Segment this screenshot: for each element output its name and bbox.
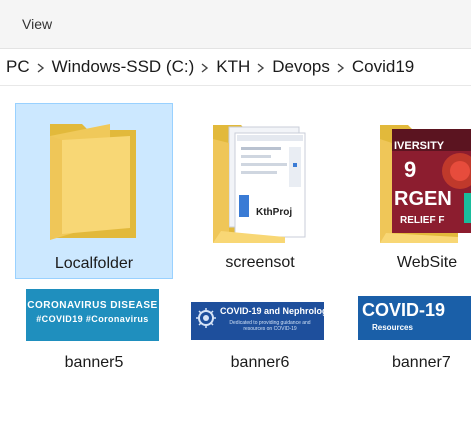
kthproj-text: KthProj bbox=[256, 207, 292, 218]
folder-icon: KthProj bbox=[213, 125, 306, 243]
breadcrumb-devops[interactable]: Devops bbox=[272, 57, 330, 77]
banner7-thumbnail: COVID-19 Resources bbox=[358, 296, 471, 340]
file-name: banner6 bbox=[230, 354, 290, 371]
website-text-2: 9 bbox=[404, 157, 416, 182]
chevron-right-icon[interactable] bbox=[30, 57, 52, 77]
file-item-website[interactable]: IVERSITY 9 RGEN RELIEF F WebSite bbox=[348, 103, 471, 279]
breadcrumb: PC Windows-SSD (C:) KTH Devops Covid19 bbox=[6, 57, 414, 77]
breadcrumb-kth[interactable]: KTH bbox=[216, 57, 250, 77]
ribbon: View bbox=[0, 0, 471, 49]
chevron-right-icon[interactable] bbox=[194, 57, 216, 77]
file-name: screensot bbox=[225, 254, 295, 271]
banner6-title: COVID-19 and Nephrology bbox=[220, 306, 324, 316]
banner6-thumbnail: COVID-19 and Nephrology Dedicated to pro… bbox=[191, 302, 324, 340]
file-item-banner5[interactable]: CORONAVIRUS DISEASE #COVID19 #Coronaviru… bbox=[15, 284, 173, 380]
file-item-banner7[interactable]: COVID-19 Resources banner7 bbox=[348, 284, 471, 380]
breadcrumb-covid19[interactable]: Covid19 bbox=[352, 57, 414, 77]
file-name: banner7 bbox=[392, 354, 451, 371]
virus-icon bbox=[196, 308, 216, 328]
banner5-line2: #COVID19 #Coronavirus bbox=[36, 314, 149, 324]
folder-icon bbox=[50, 124, 136, 240]
file-item-localfolder[interactable]: Localfolder bbox=[15, 103, 173, 279]
chevron-right-icon[interactable] bbox=[250, 57, 272, 77]
banner7-title: COVID-19 bbox=[362, 300, 446, 320]
file-name: Localfolder bbox=[54, 255, 134, 272]
file-name: banner5 bbox=[64, 354, 124, 371]
folder-icon: IVERSITY 9 RGEN RELIEF F bbox=[380, 125, 471, 243]
banner5-thumbnail: CORONAVIRUS DISEASE #COVID19 #Coronaviru… bbox=[26, 289, 159, 341]
website-text-1: IVERSITY bbox=[394, 140, 445, 152]
chevron-right-icon[interactable] bbox=[330, 57, 352, 77]
banner6-subtitle: Dedicated to providing guidance and reso… bbox=[229, 320, 311, 332]
file-name: WebSite bbox=[396, 254, 458, 271]
breadcrumb-windows-ssd[interactable]: Windows-SSD (C:) bbox=[52, 57, 195, 77]
address-bar[interactable]: PC Windows-SSD (C:) KTH Devops Covid19 bbox=[0, 50, 471, 86]
breadcrumb-pc[interactable]: PC bbox=[6, 57, 30, 77]
website-text-4: RELIEF F bbox=[400, 215, 444, 226]
file-item-screensot[interactable]: KthProj screensot bbox=[181, 103, 339, 279]
banner7-subtitle: Resources bbox=[372, 323, 413, 332]
file-item-banner6[interactable]: COVID-19 and Nephrology Dedicated to pro… bbox=[181, 284, 339, 380]
view-tab[interactable]: View bbox=[22, 16, 52, 32]
banner5-line1: CORONAVIRUS DISEASE bbox=[27, 300, 158, 311]
website-text-3: RGEN bbox=[394, 188, 452, 210]
